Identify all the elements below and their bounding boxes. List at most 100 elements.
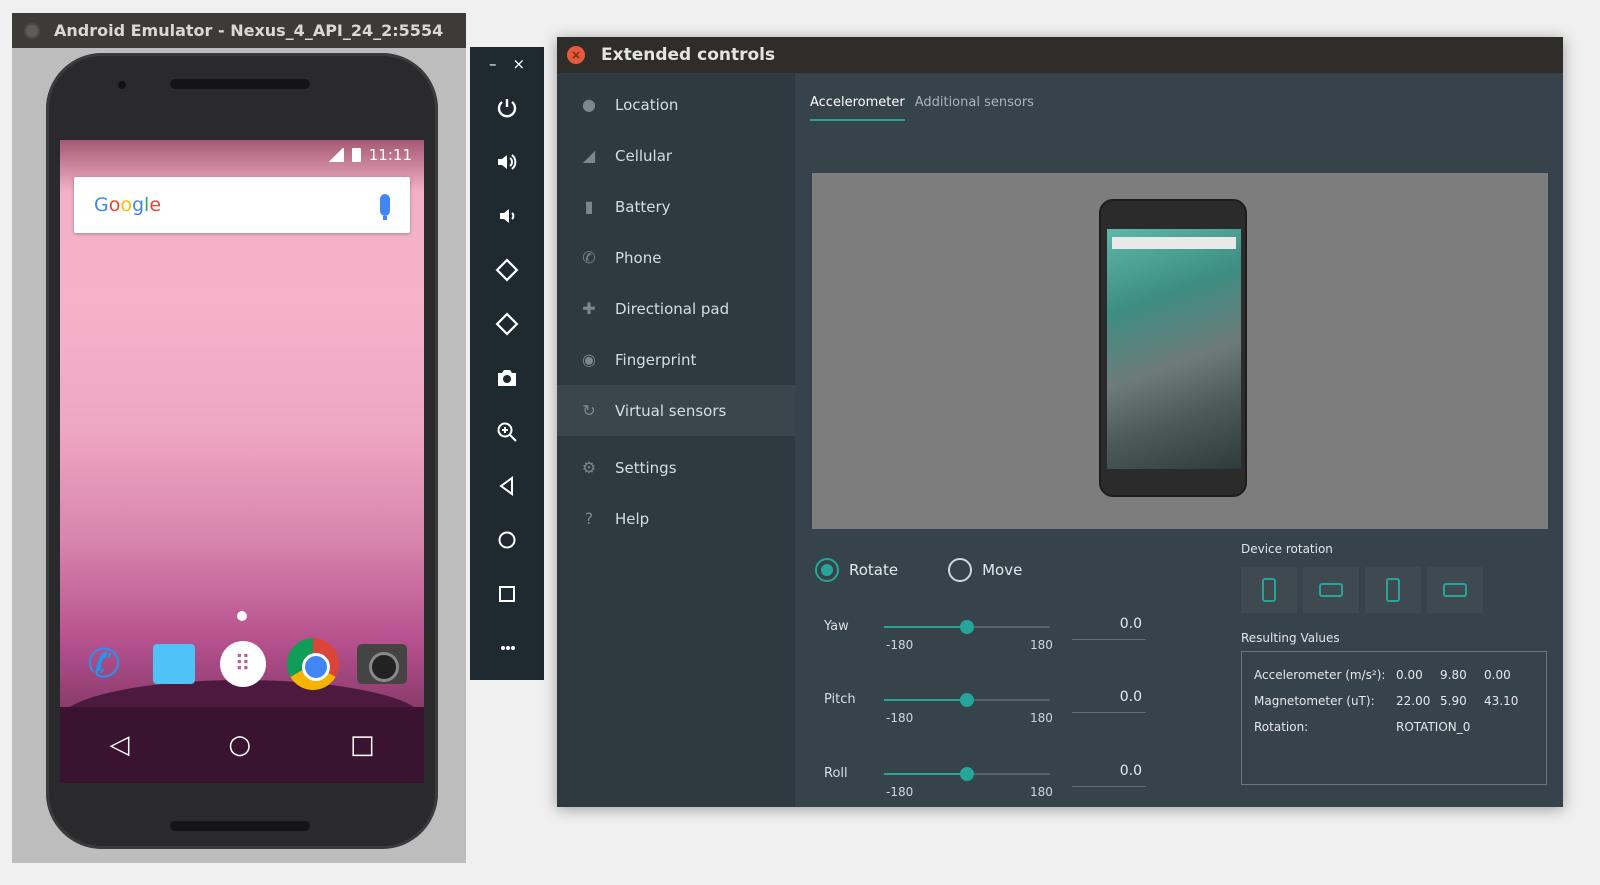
tab-additional-sensors[interactable]: Additional sensors [915,95,1034,121]
rotation-icon: ↻ [582,401,596,420]
back-button[interactable] [484,459,530,513]
dpad-icon: ✚ [582,299,596,318]
yaw-slider[interactable] [884,620,1050,634]
reverse-landscape-icon [1443,583,1467,597]
rotation-landscape-button[interactable] [1303,567,1359,613]
camera-app-icon[interactable] [356,638,408,690]
rotate-radio[interactable]: Rotate [815,558,898,582]
device-preview[interactable] [812,173,1548,529]
yaw-max: 180 [1030,638,1053,652]
yaw-slider-row: Yaw -180 180 0.0 [824,612,1154,672]
phone-frame: 11:11 Google ✆ ⠿ ◁ ○ □ [46,53,438,849]
status-time: 11:11 [368,146,412,164]
power-button[interactable] [484,81,530,135]
rotate-left-button[interactable] [484,243,530,297]
rotate-right-button[interactable] [484,297,530,351]
rotate-left-icon [495,258,519,282]
radio-selected-icon [815,558,839,582]
device-rotation-label: Device rotation [1241,542,1333,556]
messages-app-icon[interactable] [148,638,200,690]
help-icon: ? [584,509,594,528]
volume-down-icon [500,209,515,223]
nav-item-settings[interactable]: ⚙ Settings [557,442,795,493]
home-nav-button[interactable]: ○ [228,730,251,760]
nav-item-directional-pad[interactable]: ✚ Directional pad [557,283,795,334]
home-circle-icon [498,531,516,549]
roll-slider[interactable] [884,767,1050,781]
landscape-icon [1319,583,1343,597]
move-label: Move [982,561,1023,579]
magnetometer-label: Magnetometer (uT): [1254,694,1375,708]
nav-item-help[interactable]: ? Help [557,493,795,544]
tab-accelerometer[interactable]: Accelerometer [810,95,905,121]
nav-item-label: Settings [615,458,677,477]
screenshot-button[interactable] [484,351,530,405]
battery-icon [351,148,361,162]
google-search-bar[interactable]: Google [74,177,410,233]
speaker-grille-bottom [170,821,310,831]
close-icon[interactable]: × [567,46,585,64]
roll-label: Roll [824,766,848,781]
chrome-app-icon[interactable] [286,638,339,690]
accelerometer-y: 9.80 [1440,668,1467,682]
zoom-button[interactable] [484,405,530,459]
toolbar-window-controls: – × [470,47,544,81]
window-close-icon[interactable] [24,22,40,39]
overview-button[interactable] [484,567,530,621]
accelerometer-row: Accelerometer (m/s²): 0.00 9.80 0.00 [1254,662,1534,688]
more-button[interactable] [484,621,530,675]
back-nav-button[interactable]: ◁ [109,730,129,760]
roll-slider-thumb[interactable] [960,767,974,781]
emulator-title: Android Emulator - Nexus_4_API_24_2:5554 [54,21,444,40]
extended-controls-window: × Extended controls ● Location ◢ Cellula… [557,37,1563,807]
nav-item-label: Directional pad [615,299,730,318]
android-nav-bar: ◁ ○ □ [60,707,424,783]
app-drawer-icon[interactable]: ⠿ [217,638,269,690]
accelerometer-label: Accelerometer (m/s²): [1254,668,1386,682]
yaw-slider-thumb[interactable] [960,620,974,634]
accelerometer-x: 0.00 [1396,668,1423,682]
close-button[interactable]: × [512,55,525,73]
nav-item-phone[interactable]: ✆ Phone [557,232,795,283]
microphone-icon[interactable] [380,194,390,220]
pitch-label: Pitch [824,692,856,707]
reverse-portrait-icon [1386,578,1400,602]
nav-item-virtual-sensors[interactable]: ↻ Virtual sensors [557,385,795,436]
nav-item-label: Help [615,509,650,528]
pitch-slider-thumb[interactable] [960,693,974,707]
device-model[interactable] [1099,199,1247,497]
fingerprint-icon: ◉ [582,350,596,369]
recents-nav-button[interactable]: □ [350,730,375,760]
radio-unselected-icon [948,558,973,582]
rotation-reverse-portrait-button[interactable] [1365,567,1421,613]
nav-item-fingerprint[interactable]: ◉ Fingerprint [557,334,795,385]
rotation-label: Rotation: [1254,720,1309,734]
roll-value-field[interactable]: 0.0 [1072,763,1146,787]
move-radio[interactable]: Move [948,558,1022,582]
app-dock: ✆ ⠿ [78,638,408,690]
page-indicator [237,611,247,621]
pitch-slider[interactable] [884,693,1050,707]
extended-controls-titlebar[interactable]: × Extended controls [557,37,1563,73]
minimize-button[interactable]: – [489,55,497,73]
phone-screen[interactable]: 11:11 Google ✆ ⠿ ◁ ○ □ [60,140,424,783]
volume-up-button[interactable] [484,135,530,189]
nav-item-battery[interactable]: ▮ Battery [557,181,795,232]
cellular-signal-icon: ◢ [582,146,596,165]
emulator-titlebar[interactable]: Android Emulator - Nexus_4_API_24_2:5554 [12,13,466,48]
roll-max: 180 [1030,785,1053,799]
home-button[interactable] [484,513,530,567]
rotation-reverse-landscape-button[interactable] [1427,567,1483,613]
phone-app-icon[interactable]: ✆ [78,638,130,690]
pitch-value-field[interactable]: 0.0 [1072,689,1146,713]
magnetometer-row: Magnetometer (uT): 22.00 5.90 43.10 [1254,688,1534,714]
yaw-value-field[interactable]: 0.0 [1072,616,1146,640]
back-triangle-icon [499,476,513,496]
volume-down-button[interactable] [484,189,530,243]
nav-item-cellular[interactable]: ◢ Cellular [557,130,795,181]
magnetometer-z: 43.10 [1484,694,1519,708]
rotation-portrait-button[interactable] [1241,567,1297,613]
google-logo: Google [94,194,162,216]
nav-item-location[interactable]: ● Location [557,79,795,130]
portrait-icon [1262,578,1276,602]
